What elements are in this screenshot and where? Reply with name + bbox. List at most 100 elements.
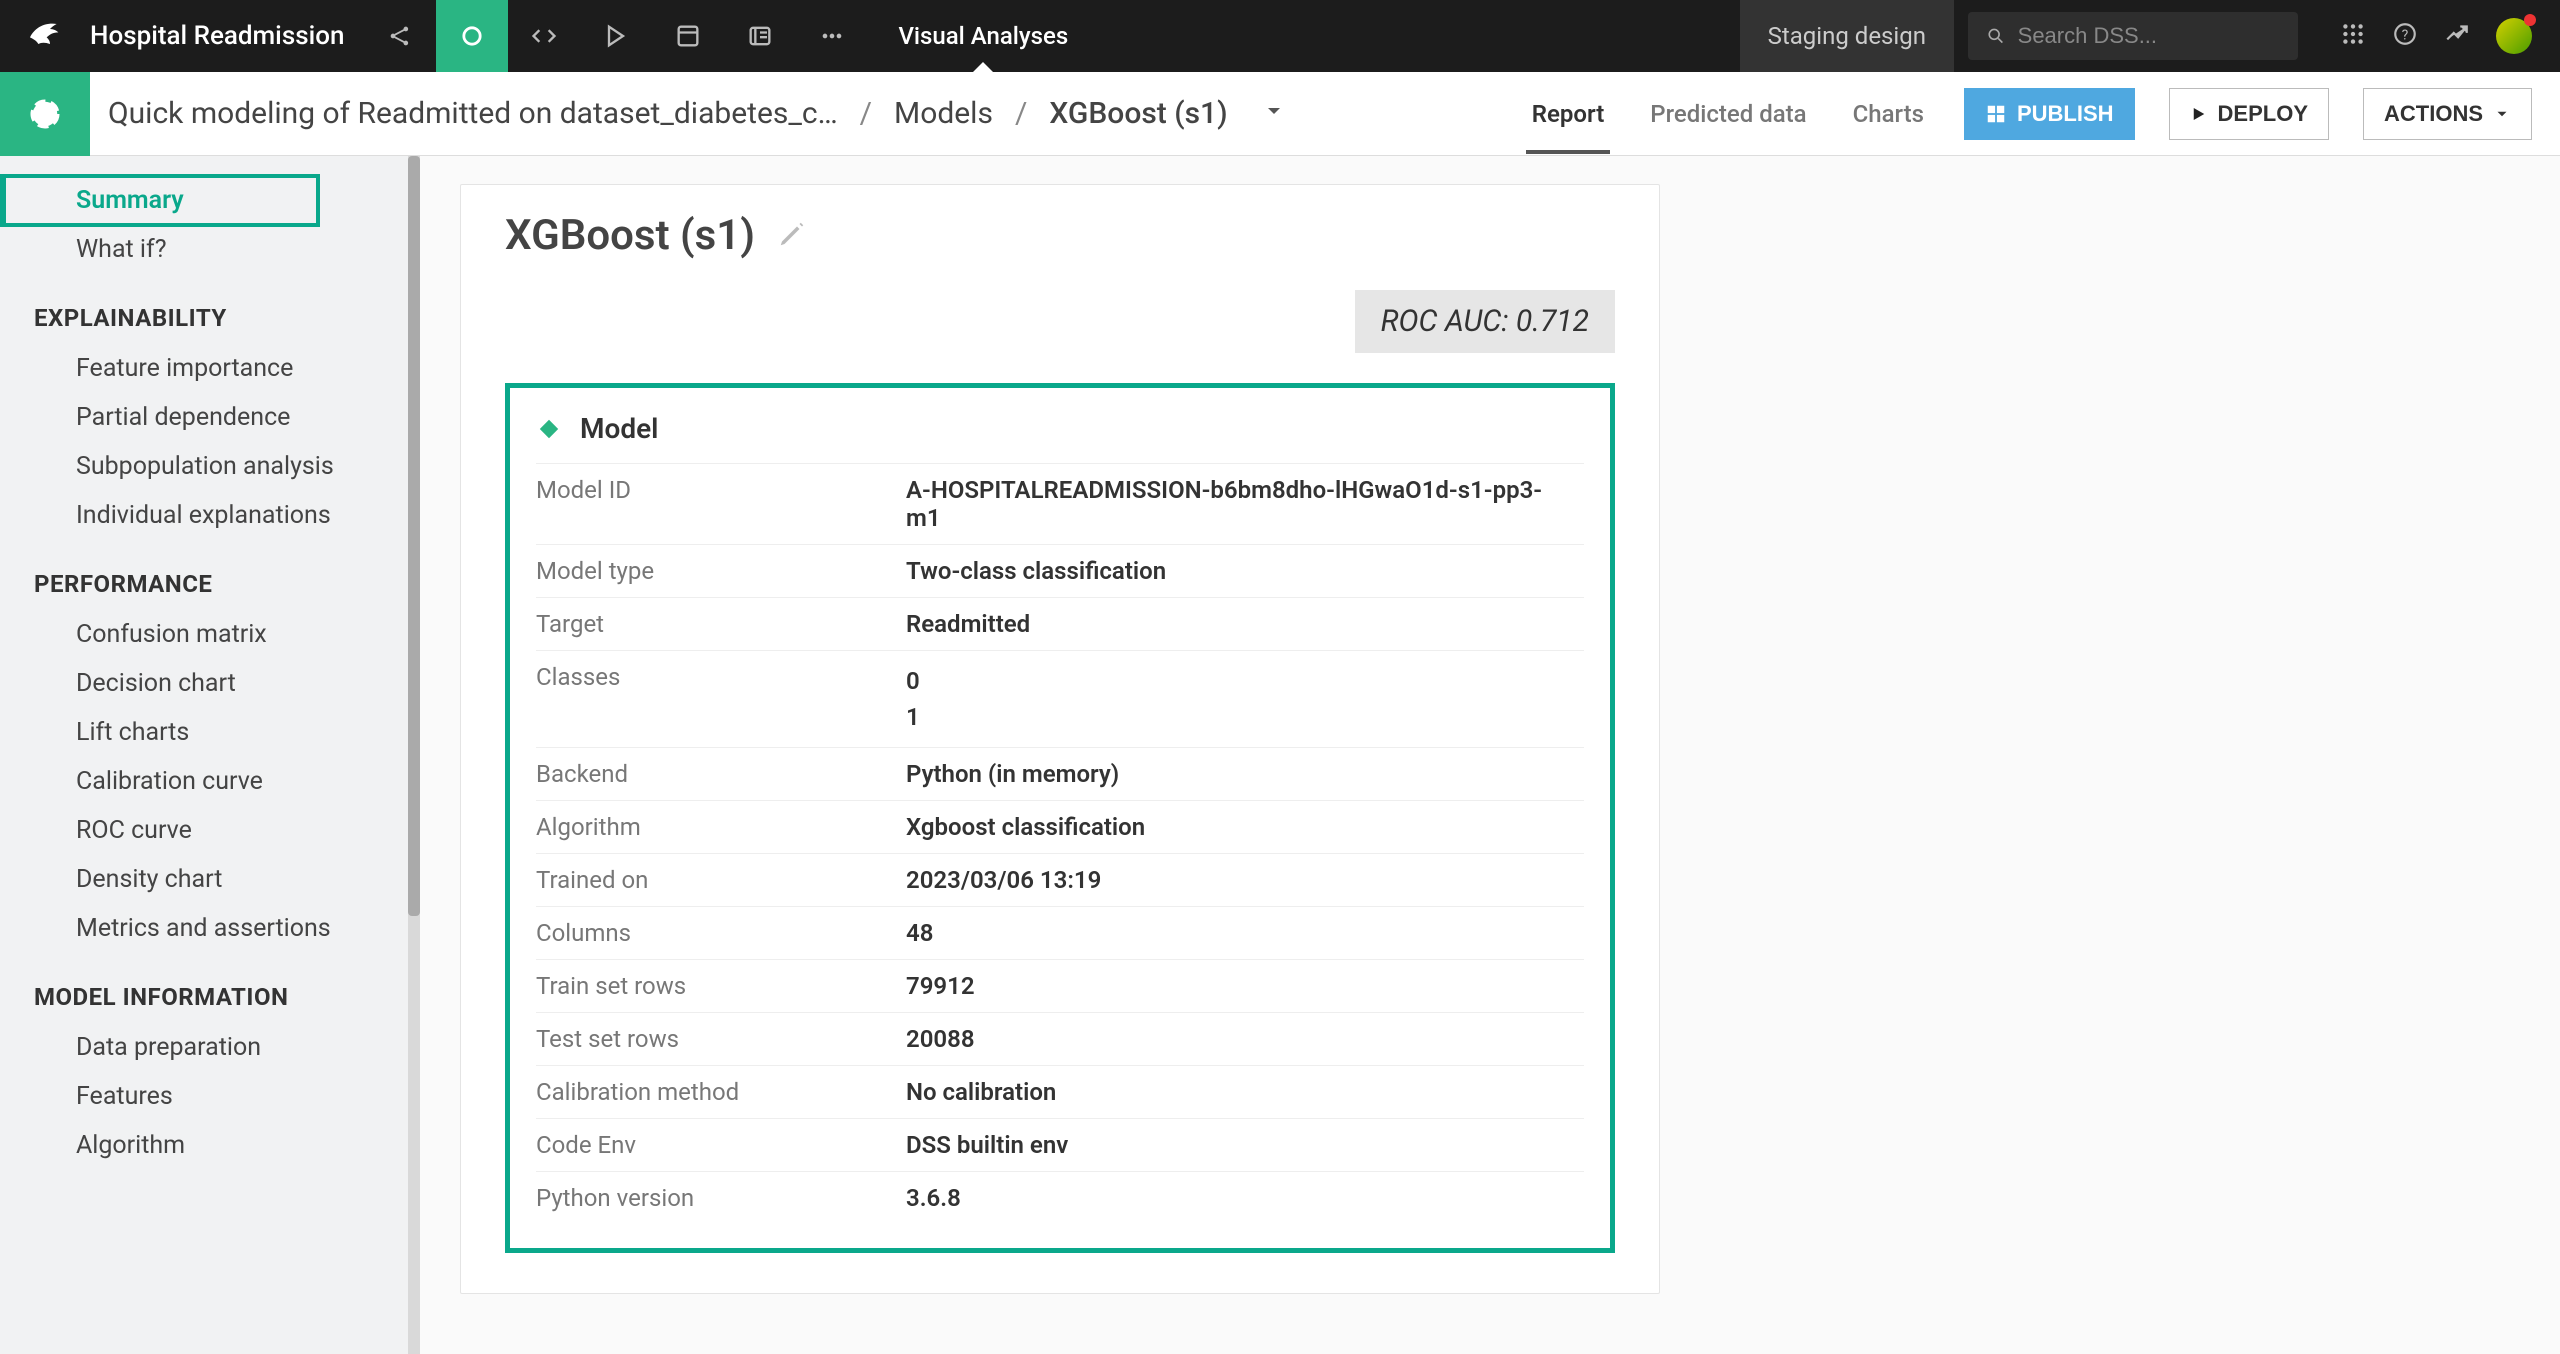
value-model-type: Two-class classification (906, 557, 1556, 585)
value-trained-on: 2023/03/06 13:19 (906, 866, 1556, 894)
tab-report[interactable]: Report (1526, 74, 1611, 154)
sidebar-item-algorithm[interactable]: Algorithm (0, 1121, 408, 1170)
share-icon[interactable] (364, 0, 436, 72)
crumb-current-model[interactable]: XGBoost (s1) (1049, 96, 1227, 131)
sidebar-item-lift-charts[interactable]: Lift charts (0, 708, 408, 757)
label-classes: Classes (536, 663, 906, 735)
breadcrumb-separator: / (1015, 96, 1027, 131)
label-code-env: Code Env (536, 1131, 906, 1159)
row-test-rows: Test set rows 20088 (536, 1012, 1584, 1065)
crumb-analysis[interactable]: Quick modeling of Readmitted on dataset_… (108, 96, 838, 131)
crumb-models[interactable]: Models (894, 96, 993, 131)
label-model-type: Model type (536, 557, 906, 585)
class-1: 1 (906, 699, 1556, 735)
dataiku-logo[interactable] (0, 0, 90, 72)
row-backend: Backend Python (in memory) (536, 747, 1584, 800)
tab-charts[interactable]: Charts (1847, 74, 1930, 154)
run-icon[interactable] (580, 0, 652, 72)
help-icon[interactable]: ? (2392, 21, 2418, 51)
bird-icon (25, 14, 65, 58)
label-target: Target (536, 610, 906, 638)
sidebar-item-whatif[interactable]: What if? (0, 225, 408, 274)
row-target: Target Readmitted (536, 597, 1584, 650)
sidebar-item-data-preparation[interactable]: Data preparation (0, 1023, 408, 1072)
top-navigation: Hospital Readmission Visual Analyses Sta… (0, 0, 2560, 72)
sidebar-item-metrics[interactable]: Metrics and assertions (0, 904, 408, 953)
model-info-box: Model Model ID A-HOSPITALREADMISSION-b6b… (505, 383, 1615, 1253)
sidebar-item-calibration-curve[interactable]: Calibration curve (0, 757, 408, 806)
sidebar-item-individual-explanations[interactable]: Individual explanations (0, 491, 408, 540)
row-classes: Classes 0 1 (536, 650, 1584, 747)
summary-panel: XGBoost (s1) ROC AUC: 0.712 Model Model … (460, 184, 1660, 1294)
dashboard-icon[interactable] (652, 0, 724, 72)
label-backend: Backend (536, 760, 906, 788)
play-icon (2190, 105, 2208, 123)
row-algorithm: Algorithm Xgboost classification (536, 800, 1584, 853)
sidebar: Summary What if? EXPLAINABILITY Feature … (0, 156, 420, 1354)
value-target: Readmitted (906, 610, 1556, 638)
search-icon (1986, 25, 2006, 47)
row-columns: Columns 48 (536, 906, 1584, 959)
sidebar-item-summary[interactable]: Summary (0, 176, 318, 225)
nav-visual-analyses[interactable]: Visual Analyses (868, 0, 1098, 72)
row-python-version: Python version 3.6.8 (536, 1171, 1584, 1224)
chevron-down-icon (2493, 105, 2511, 123)
tab-predicted-data[interactable]: Predicted data (1644, 74, 1812, 154)
label-columns: Columns (536, 919, 906, 947)
sidebar-item-subpopulation[interactable]: Subpopulation analysis (0, 442, 408, 491)
flow-icon[interactable] (436, 0, 508, 72)
row-train-rows: Train set rows 79912 (536, 959, 1584, 1012)
breadcrumb-separator: / (860, 96, 872, 131)
more-icon[interactable] (796, 0, 868, 72)
row-calibration: Calibration method No calibration (536, 1065, 1584, 1118)
row-trained-on: Trained on 2023/03/06 13:19 (536, 853, 1584, 906)
activity-icon[interactable] (2444, 21, 2470, 51)
sidebar-item-features[interactable]: Features (0, 1072, 408, 1121)
row-model-id: Model ID A-HOSPITALREADMISSION-b6bm8dho-… (536, 463, 1584, 544)
label-calibration: Calibration method (536, 1078, 906, 1106)
sidebar-item-confusion-matrix[interactable]: Confusion matrix (0, 610, 408, 659)
roc-auc-metric: ROC AUC: 0.712 (1355, 290, 1615, 353)
value-classes: 0 1 (906, 663, 1556, 735)
global-search[interactable] (1968, 12, 2298, 60)
apps-icon[interactable] (2340, 21, 2366, 51)
deploy-label: DEPLOY (2218, 101, 2308, 127)
label-python-version: Python version (536, 1184, 906, 1212)
value-python-version: 3.6.8 (906, 1184, 1556, 1212)
breadcrumb-bar: Quick modeling of Readmitted on dataset_… (0, 72, 2560, 156)
wiki-icon[interactable] (724, 0, 796, 72)
publish-label: PUBLISH (2017, 101, 2114, 127)
label-test-rows: Test set rows (536, 1025, 906, 1053)
main-content: XGBoost (s1) ROC AUC: 0.712 Model Model … (420, 156, 2560, 1354)
breadcrumbs: Quick modeling of Readmitted on dataset_… (90, 96, 1498, 131)
label-model-id: Model ID (536, 476, 906, 532)
sidebar-section-model-info: MODEL INFORMATION (0, 953, 408, 1023)
sidebar-item-decision-chart[interactable]: Decision chart (0, 659, 408, 708)
model-tabs-and-actions: Report Predicted data Charts PUBLISH DEP… (1498, 74, 2560, 154)
sidebar-item-feature-importance[interactable]: Feature importance (0, 344, 408, 393)
publish-icon (1985, 103, 2007, 125)
publish-button[interactable]: PUBLISH (1964, 88, 2135, 140)
model-section-title: Model (580, 412, 658, 445)
actions-label: ACTIONS (2384, 101, 2483, 127)
sidebar-item-density-chart[interactable]: Density chart (0, 855, 408, 904)
sidebar-scrollbar[interactable] (408, 156, 420, 1354)
sidebar-item-roc-curve[interactable]: ROC curve (0, 806, 408, 855)
label-algorithm: Algorithm (536, 813, 906, 841)
sidebar-item-partial-dependence[interactable]: Partial dependence (0, 393, 408, 442)
deploy-button[interactable]: DEPLOY (2169, 88, 2329, 140)
lab-home-icon[interactable] (0, 72, 90, 156)
project-name[interactable]: Hospital Readmission (90, 21, 364, 51)
row-model-type: Model type Two-class classification (536, 544, 1584, 597)
actions-button[interactable]: ACTIONS (2363, 88, 2532, 140)
staging-design[interactable]: Staging design (1740, 0, 1954, 72)
code-icon[interactable] (508, 0, 580, 72)
value-test-rows: 20088 (906, 1025, 1556, 1053)
edit-title-icon[interactable] (777, 219, 807, 253)
value-columns: 48 (906, 919, 1556, 947)
user-avatar[interactable] (2496, 18, 2532, 54)
search-input[interactable] (2018, 23, 2280, 49)
top-right-icons: ? (2312, 18, 2560, 54)
chevron-down-icon[interactable] (1262, 96, 1286, 131)
label-train-rows: Train set rows (536, 972, 906, 1000)
